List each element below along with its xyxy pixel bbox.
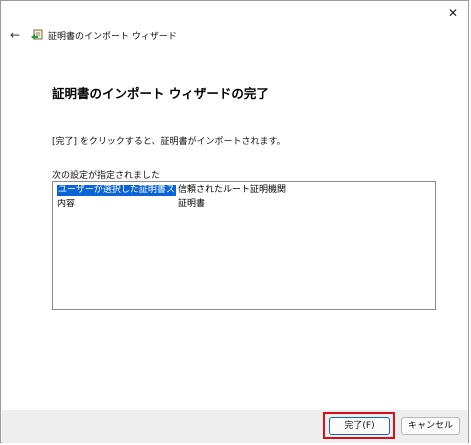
settings-list[interactable]: ユーザーが選択した証明書ストア 信頼されたルート証明機関 内容 証明書 — [52, 181, 436, 310]
wizard-title: 証明書のインポート ウィザード — [48, 32, 177, 42]
close-icon[interactable]: ✕ — [442, 4, 464, 22]
page-title: 証明書のインポート ウィザードの完了 — [52, 86, 269, 101]
cancel-button[interactable]: キャンセル — [401, 417, 460, 435]
button-bar — [2, 410, 468, 443]
back-arrow-icon[interactable]: ← — [8, 28, 22, 42]
settings-label: 次の設定が指定されました — [52, 171, 161, 181]
finish-button[interactable]: 完了(F) — [329, 417, 390, 435]
instruction-text: [完了] をクリックすると、証明書がインポートされます。 — [52, 137, 286, 147]
setting-name: ユーザーが選択した証明書ストア — [57, 185, 176, 196]
setting-value: 信頼されたルート証明機関 — [178, 185, 287, 195]
certificate-import-wizard-window: ✕ ← 証明書のインポート ウィザード 証明書のインポート ウィザードの完了 [… — [0, 0, 469, 443]
setting-name: 内容 — [57, 199, 76, 209]
certificate-wizard-icon — [31, 29, 43, 40]
setting-value: 証明書 — [178, 199, 206, 209]
